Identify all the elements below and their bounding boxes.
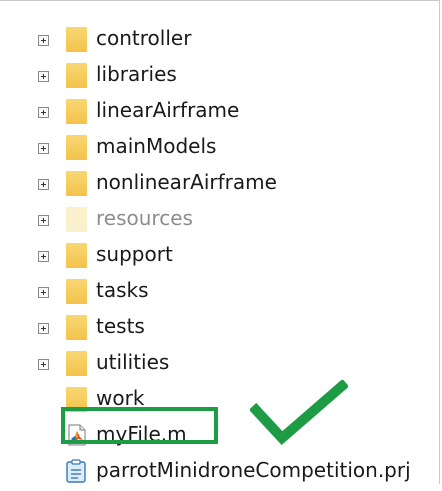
expand-icon[interactable]	[38, 359, 49, 370]
tree-row-mainmodels[interactable]: mainModels	[0, 131, 440, 167]
tree-row-utilities[interactable]: utilities	[0, 347, 440, 383]
tree-item-label: support	[96, 242, 173, 266]
tree-item-label: tasks	[96, 278, 149, 302]
highlight-box	[61, 407, 218, 444]
tree-row-libraries[interactable]: libraries	[0, 59, 440, 95]
tree-item-label: tests	[96, 314, 145, 338]
expand-icon[interactable]	[38, 179, 49, 190]
expand-icon[interactable]	[38, 251, 49, 262]
tree-item-label: linearAirframe	[96, 98, 240, 122]
folder-icon	[66, 171, 87, 196]
tree-row-support[interactable]: support	[0, 239, 440, 275]
tree-item-label: resources	[96, 206, 193, 230]
tree-row-tests[interactable]: tests	[0, 311, 440, 347]
tree-item-label: utilities	[96, 350, 170, 374]
tree-item-label: mainModels	[96, 134, 217, 158]
tree-row-resources[interactable]: resources	[0, 203, 440, 239]
tree-item-label: libraries	[96, 62, 177, 86]
expand-icon[interactable]	[38, 71, 49, 82]
tree-item-label: controller	[96, 26, 192, 50]
expand-icon[interactable]	[38, 215, 49, 226]
tree-row-controller[interactable]: controller	[0, 23, 440, 59]
checkmark-icon	[250, 380, 348, 445]
expand-icon[interactable]	[38, 287, 49, 298]
folder-icon	[66, 135, 87, 160]
expand-icon[interactable]	[38, 35, 49, 46]
project-file-icon	[66, 459, 86, 483]
expand-icon[interactable]	[38, 143, 49, 154]
expand-icon[interactable]	[38, 107, 49, 118]
folder-icon	[66, 63, 87, 88]
tree-row-nonlinearairframe[interactable]: nonlinearAirframe	[0, 167, 440, 203]
folder-icon	[66, 99, 87, 124]
tree-row-tasks[interactable]: tasks	[0, 275, 440, 311]
folder-icon	[66, 279, 87, 304]
folder-icon	[66, 207, 87, 232]
folder-icon	[66, 351, 87, 376]
folder-icon	[66, 243, 87, 268]
tree-item-label: parrotMinidroneCompetition.prj	[96, 458, 411, 482]
folder-icon	[66, 315, 87, 340]
folder-icon	[66, 27, 87, 52]
tree-item-label: nonlinearAirframe	[96, 170, 277, 194]
expand-icon[interactable]	[38, 323, 49, 334]
tree-row-linearairframe[interactable]: linearAirframe	[0, 95, 440, 131]
